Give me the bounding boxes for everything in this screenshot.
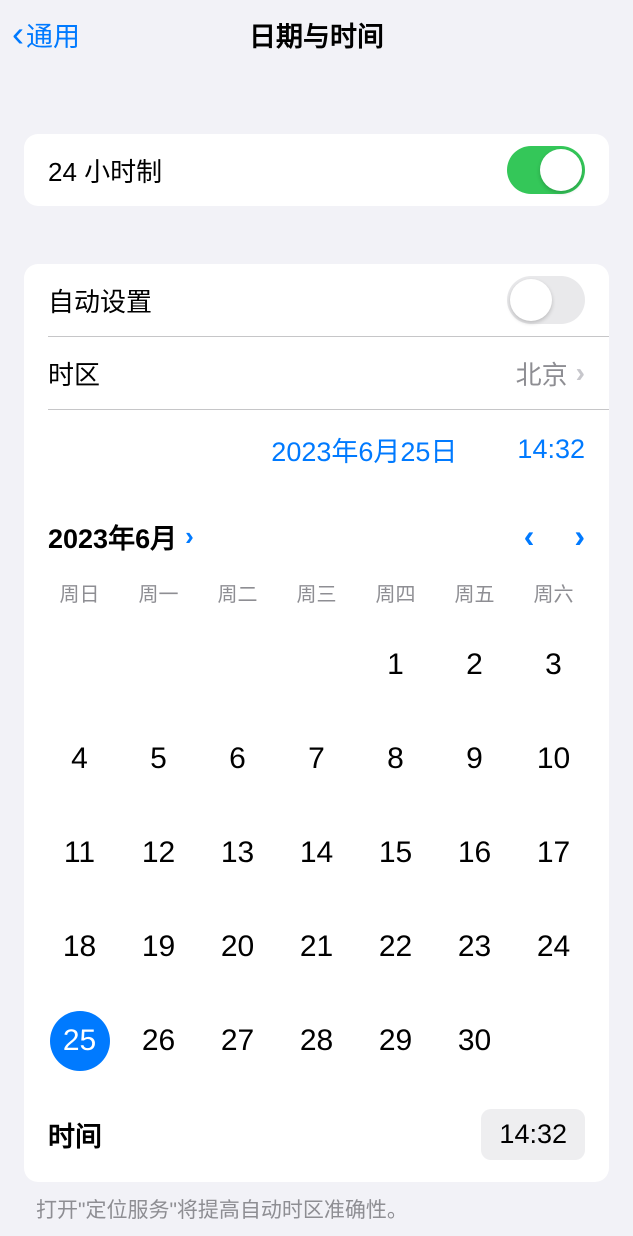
day-cell[interactable]: 9 (435, 729, 514, 789)
twenty-four-hour-toggle[interactable] (507, 146, 585, 194)
day-cell[interactable]: 23 (435, 917, 514, 977)
auto-set-row: 自动设置 (24, 264, 609, 336)
month-year-label: 2023年6月 (48, 517, 177, 556)
day-cell[interactable]: 17 (514, 823, 593, 883)
day-cell[interactable]: 21 (277, 917, 356, 977)
auto-set-label: 自动设置 (48, 282, 152, 319)
day-cell[interactable]: 10 (514, 729, 593, 789)
day-cell[interactable]: 30 (435, 1011, 514, 1071)
day-blank (40, 635, 119, 695)
day-blank (119, 635, 198, 695)
day-cell[interactable]: 15 (356, 823, 435, 883)
timezone-row[interactable]: 时区 北京 › (24, 337, 609, 409)
date-display[interactable]: 2023年6月25日 (271, 430, 457, 469)
day-cell[interactable]: 4 (40, 729, 119, 789)
day-cell[interactable]: 18 (40, 917, 119, 977)
twenty-four-hour-row: 24 小时制 (24, 134, 609, 206)
time-label: 时间 (48, 1115, 102, 1154)
day-cell[interactable]: 13 (198, 823, 277, 883)
datetime-display-row: 2023年6月25日 14:32 (24, 410, 609, 489)
time-picker[interactable]: 14:32 (481, 1109, 585, 1160)
day-cell[interactable]: 8 (356, 729, 435, 789)
day-cell[interactable]: 20 (198, 917, 277, 977)
weekday-header: 周一 (119, 578, 198, 607)
chevron-right-icon: › (576, 357, 585, 389)
day-cell[interactable]: 19 (119, 917, 198, 977)
day-cell[interactable]: 29 (356, 1011, 435, 1071)
twenty-four-hour-label: 24 小时制 (48, 152, 162, 189)
day-cell[interactable]: 12 (119, 823, 198, 883)
timezone-value: 北京 (516, 355, 568, 392)
day-cell[interactable]: 26 (119, 1011, 198, 1071)
weekday-header: 周三 (277, 578, 356, 607)
day-cell[interactable]: 7 (277, 729, 356, 789)
weekday-header: 周五 (435, 578, 514, 607)
day-cell[interactable]: 6 (198, 729, 277, 789)
day-blank (198, 635, 277, 695)
day-cell[interactable]: 25 (40, 1011, 119, 1071)
weekday-header: 周二 (198, 578, 277, 607)
next-month-button[interactable]: › (574, 518, 585, 555)
day-cell[interactable]: 16 (435, 823, 514, 883)
day-cell[interactable]: 11 (40, 823, 119, 883)
page-title: 日期与时间 (249, 15, 384, 54)
time-display[interactable]: 14:32 (517, 434, 585, 465)
chevron-left-icon: ‹ (12, 13, 24, 55)
back-label: 通用 (26, 15, 80, 54)
day-blank (277, 635, 356, 695)
day-cell[interactable]: 28 (277, 1011, 356, 1071)
auto-set-toggle[interactable] (507, 276, 585, 324)
footer-hint: 打开"定位服务"将提高自动时区准确性。 (0, 1182, 633, 1236)
day-cell[interactable]: 24 (514, 917, 593, 977)
day-cell[interactable]: 3 (514, 635, 593, 695)
back-button[interactable]: ‹ 通用 (12, 13, 80, 55)
prev-month-button[interactable]: ‹ (524, 518, 535, 555)
day-cell[interactable]: 1 (356, 635, 435, 695)
day-cell[interactable]: 14 (277, 823, 356, 883)
weekday-header: 周日 (40, 578, 119, 607)
day-cell[interactable]: 5 (119, 729, 198, 789)
month-year-selector[interactable]: 2023年6月 › (48, 517, 194, 556)
day-cell[interactable]: 27 (198, 1011, 277, 1071)
timezone-label: 时区 (48, 355, 100, 392)
weekday-header: 周四 (356, 578, 435, 607)
day-cell[interactable]: 22 (356, 917, 435, 977)
weekday-header: 周六 (514, 578, 593, 607)
day-cell[interactable]: 2 (435, 635, 514, 695)
chevron-right-icon: › (185, 521, 194, 552)
